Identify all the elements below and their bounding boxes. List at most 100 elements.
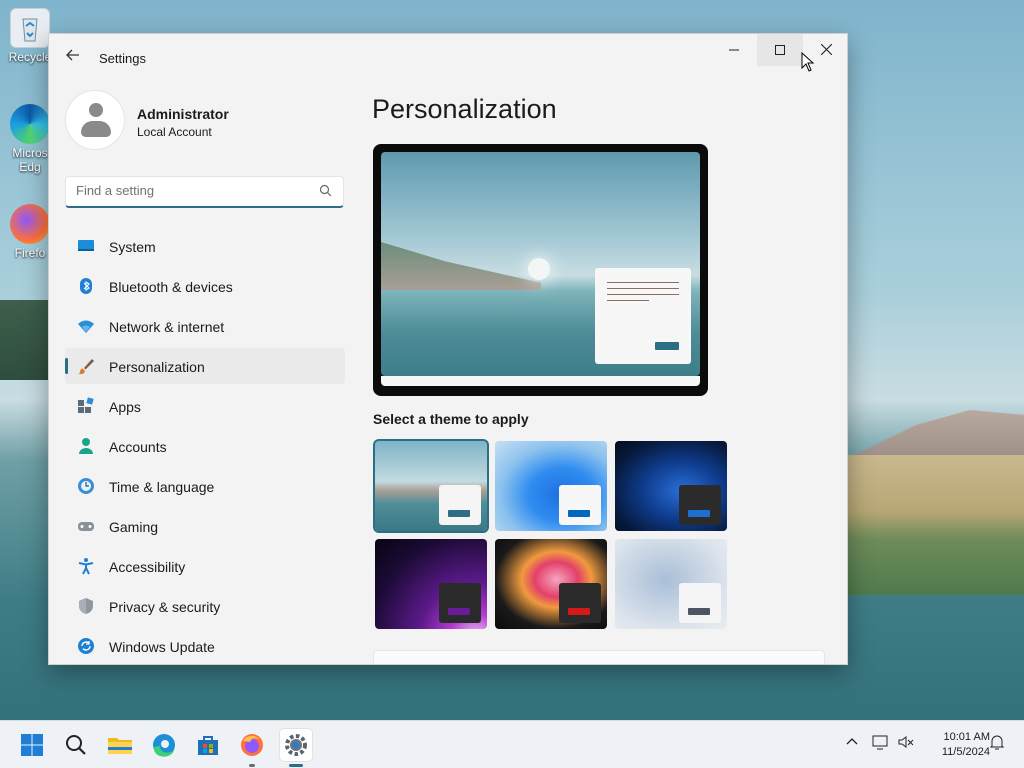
network-display-icon[interactable] [871,733,889,751]
preview-window [595,268,691,364]
sidebar-item-privacy-security[interactable]: Privacy & security [65,588,345,624]
running-indicator [289,764,303,767]
maximize-button[interactable] [757,34,803,66]
taskbar-settings[interactable] [280,729,312,767]
firefox-icon [10,204,50,244]
system-icon [78,240,94,251]
theme-preview [373,144,708,396]
edge-icon [10,104,50,144]
search-input[interactable] [76,183,306,198]
sidebar-item-label: Personalization [109,359,205,375]
taskbar-store[interactable] [192,729,224,761]
theme-tile-glow[interactable] [375,539,487,629]
notification-bell-icon[interactable] [988,733,1006,751]
sidebar-item-network[interactable]: Network & internet [65,308,345,344]
preview-sun [528,258,550,280]
sidebar-item-label: System [109,239,156,255]
clock-date: 11/5/2024 [941,746,990,758]
wifi-icon [78,320,94,333]
firefox-icon [241,734,263,756]
theme-tile-flow[interactable] [615,539,727,629]
desktop-wallpaper-trees [0,300,48,380]
mouse-cursor-icon [801,52,815,72]
desktop-icon-recycle-bin[interactable]: Recycle [6,8,54,64]
taskbar-firefox[interactable] [236,729,268,767]
theme-accent-bar [448,608,470,615]
avatar-head [89,103,103,117]
theme-mini-window [559,583,601,623]
desktop-wallpaper-field [848,455,1024,595]
taskbar-edge[interactable] [148,729,180,761]
theme-tile-captured-motion[interactable] [495,539,607,629]
settings-card[interactable] [373,650,825,664]
title-bar[interactable]: Settings [49,34,847,82]
taskbar-file-explorer[interactable] [104,729,136,761]
theme-tile-spotlight[interactable] [373,439,489,533]
account-name: Administrator [137,106,229,122]
maximize-icon [775,45,785,55]
start-button[interactable] [16,729,48,761]
sidebar-item-label: Accessibility [109,559,186,575]
theme-tile-windows-dark[interactable] [615,441,727,531]
avatar[interactable] [65,90,125,150]
page-title: Personalization [372,94,557,124]
window-title: Settings [99,51,146,66]
theme-accent-bar [688,608,710,615]
sidebar-item-label: Privacy & security [109,599,221,615]
desktop-icon-label: Micros Edg [12,146,48,174]
search-icon [319,184,332,197]
update-icon [78,638,94,654]
sidebar-item-accounts[interactable]: Accounts [65,428,345,464]
theme-accent-bar [688,510,710,517]
theme-mini-window [559,485,601,525]
volume-muted-icon[interactable] [897,733,915,751]
arrow-left-icon [66,49,79,61]
theme-accent-bar [448,510,470,517]
apps-icon [78,397,94,413]
person-icon [79,438,93,454]
sidebar-item-time-language[interactable]: Time & language [65,468,345,504]
recycle-bin-icon [10,8,50,48]
sidebar-nav: System Bluetooth & devices Network & int… [65,228,345,664]
settings-window: Settings Administrator Local Account Sys… [48,33,848,665]
theme-accent-bar [568,608,590,615]
clock-globe-icon [78,478,94,494]
theme-mini-window [439,583,481,623]
desktop-wallpaper-hill [844,410,1024,460]
close-icon [820,43,832,56]
back-button[interactable] [63,48,83,68]
shield-icon [79,598,93,614]
running-indicator [249,764,255,767]
preview-button [655,342,679,350]
preview-line [607,300,649,301]
desktop-icon-label: Firefo [14,246,46,260]
start-icon [21,734,43,756]
gamepad-icon [78,522,94,531]
desktop-icon-label: Recycle [8,50,52,64]
preview-landscape [381,242,541,290]
search-box[interactable] [65,176,344,208]
desktop-icon-edge[interactable]: Micros Edg [6,104,54,174]
preview-line [607,282,679,283]
sidebar-item-system[interactable]: System [65,228,345,264]
minimize-icon [729,49,739,51]
sidebar-item-label: Network & internet [109,319,225,335]
sidebar-item-apps[interactable]: Apps [65,388,345,424]
accessibility-icon [78,558,94,575]
sidebar-item-bluetooth[interactable]: Bluetooth & devices [65,268,345,304]
theme-tile-windows-light[interactable] [495,441,607,531]
desktop-icon-firefox[interactable]: Firefo [6,204,54,260]
theme-accent-bar [568,510,590,517]
settings-icon [285,734,307,756]
minimize-button[interactable] [711,34,757,66]
sidebar-item-label: Accounts [109,439,167,455]
sidebar-item-gaming[interactable]: Gaming [65,508,345,544]
taskbar-search-button[interactable] [60,729,92,761]
sidebar-item-accessibility[interactable]: Accessibility [65,548,345,584]
sidebar-item-personalization[interactable]: Personalization [65,348,345,384]
sidebar-item-windows-update[interactable]: Windows Update [65,628,345,664]
store-icon [198,736,218,755]
sidebar-item-label: Bluetooth & devices [109,279,233,295]
chevron-up-icon[interactable] [844,733,860,749]
taskbar-clock[interactable]: 10:01 AM 11/5/2024 [920,730,990,760]
